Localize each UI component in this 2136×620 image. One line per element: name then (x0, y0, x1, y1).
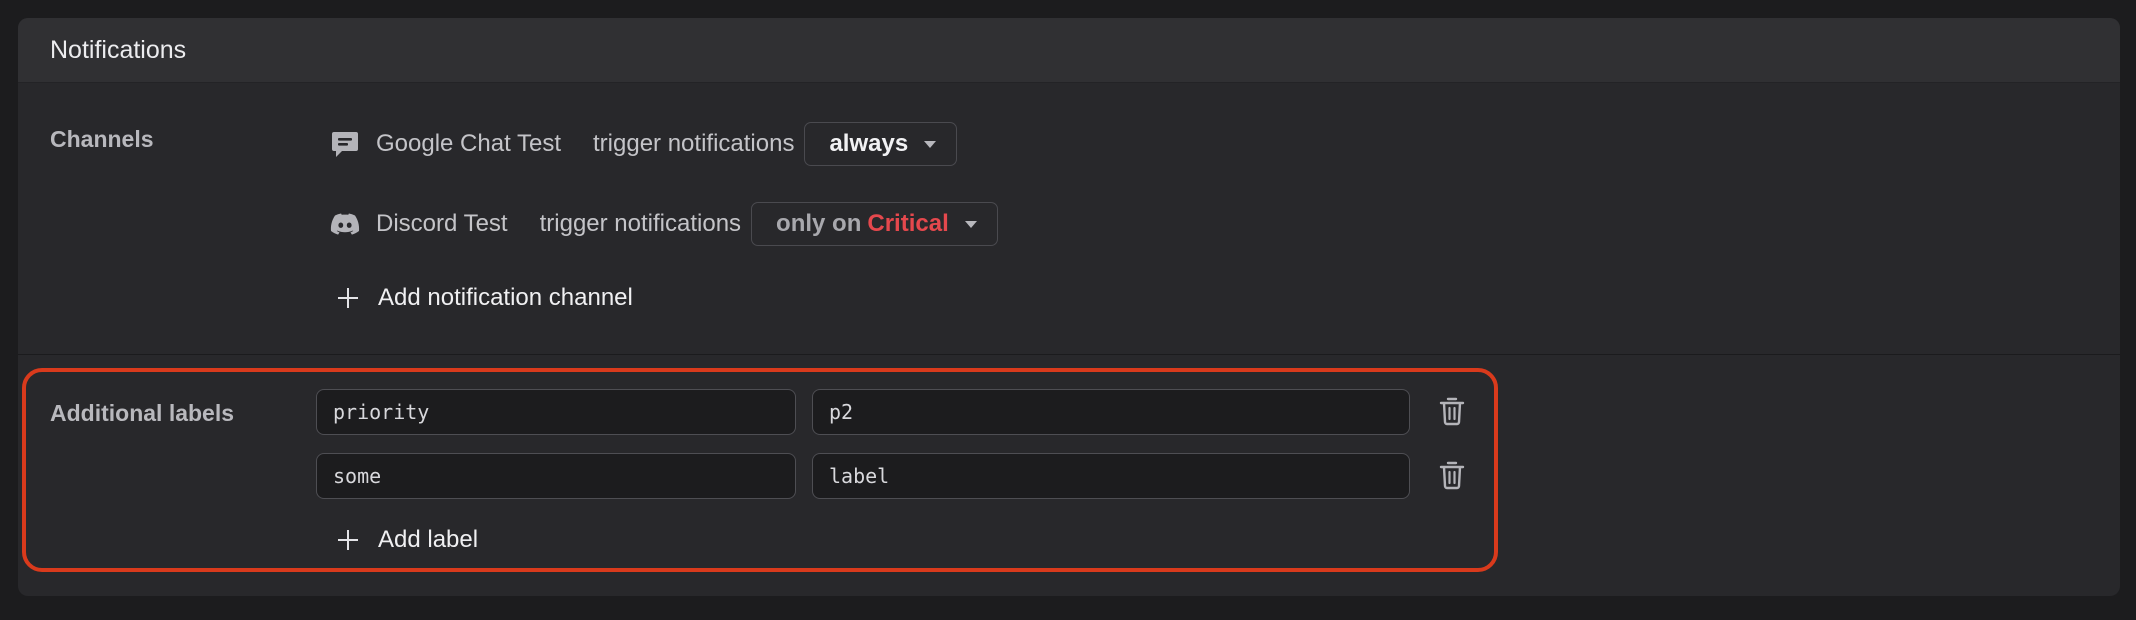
label-value-input[interactable] (812, 389, 1410, 435)
trash-icon[interactable] (1438, 460, 1466, 490)
channel-row-google-chat: Google Chat Test trigger notifications a… (328, 120, 958, 168)
google-chat-icon (328, 127, 362, 161)
panel-header: Notifications (18, 18, 2120, 83)
add-label-button[interactable]: Add label (336, 526, 478, 554)
chevron-down-icon (964, 220, 977, 228)
panel-title: Notifications (50, 36, 187, 64)
add-label-text: Add label (378, 526, 479, 553)
add-notification-channel-button[interactable]: Add notification channel (336, 284, 633, 312)
label-key-input[interactable] (316, 389, 796, 435)
channel-name: Google Chat Test (376, 130, 562, 157)
channel-row-discord: Discord Test trigger notifications only … (328, 200, 998, 248)
channel-name: Discord Test (376, 210, 508, 237)
trigger-label: trigger notifications (539, 210, 742, 237)
discord-icon (328, 207, 362, 241)
chevron-down-icon (924, 140, 937, 148)
notifications-panel: Notifications Channels Google Chat Test … (18, 18, 2120, 596)
additional-labels-label: Additional labels (50, 400, 235, 426)
trash-icon[interactable] (1438, 396, 1466, 426)
trigger-select-google-chat[interactable]: always (804, 122, 958, 166)
channels-label: Channels (50, 126, 154, 152)
trigger-select-discord[interactable]: only on Critical (751, 202, 998, 246)
select-value-prefix: only on (776, 210, 862, 237)
section-divider (18, 354, 2120, 355)
select-value: always (829, 130, 909, 157)
add-channel-label: Add notification channel (378, 284, 633, 311)
trigger-label: trigger notifications (593, 130, 795, 157)
label-key-input[interactable] (316, 453, 796, 499)
severity-critical: Critical (867, 210, 949, 237)
label-value-input[interactable] (812, 453, 1410, 499)
plus-icon (336, 528, 360, 552)
plus-icon (336, 286, 360, 310)
